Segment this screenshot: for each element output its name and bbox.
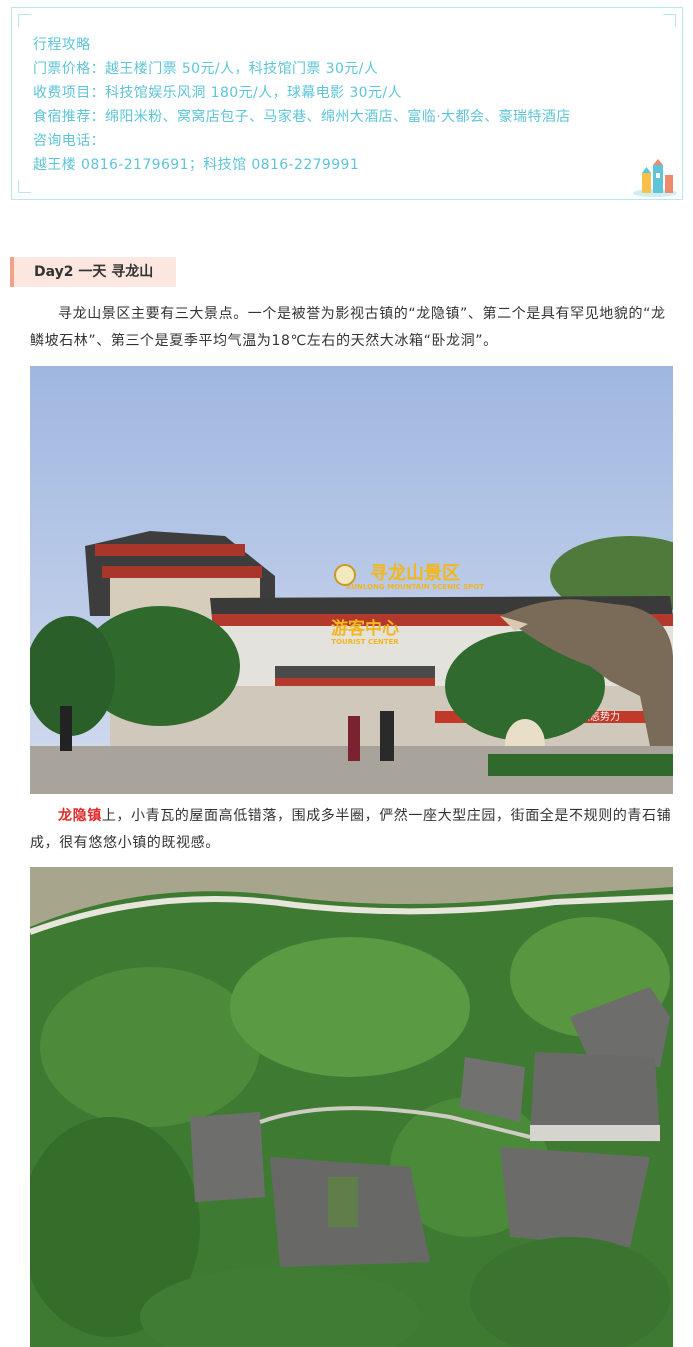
charge-items: 收费项目：科技馆娱乐风洞 180元/人，球幕电影 30元/人 (33, 85, 402, 101)
day2-header-label: Day2 一天 寻龙山 (34, 264, 154, 280)
travel-guide-box: 行程攻略 门票价格：越王楼门票 50元/人，科技馆门票 30元/人 收费项目：科… (11, 7, 683, 200)
intro-paragraph: 寻龙山景区主要有三大景点。一个是被誉为影视古镇的“龙隐镇”、第二个是具有罕见地貌… (30, 306, 666, 349)
town-paragraph: 龙隐镇上，小青瓦的屋面高低错落，围成多半圈，俨然一座大型庄园，街面全是不规则的青… (30, 803, 675, 857)
phone-numbers: 越王楼 0816-2179691；科技馆 0816-2279991 (33, 157, 360, 173)
visitor-center-photo: 打击黑恶势力 寻龙山景区 XUNLONG MOUNTAIN SCENIC SPO… (30, 366, 673, 794)
tourist-center-sign: 游客中心 (331, 618, 399, 639)
phone-label: 咨询电话： (33, 133, 105, 149)
corner-decoration (18, 14, 31, 27)
scenic-sign-subtext: XUNLONG MOUNTAIN SCENIC SPOT (346, 583, 484, 591)
scenic-sign-text: 寻龙山景区 (370, 562, 460, 584)
castle-icon (633, 159, 677, 197)
corner-decoration (18, 180, 31, 193)
town-name-highlight: 龙隐镇 (58, 808, 102, 824)
tourist-center-subtext: TOURIST CENTER (331, 638, 399, 646)
aerial-village-photo (30, 867, 673, 1347)
town-description: 上，小青瓦的屋面高低错落，围成多半圈，俨然一座大型庄园，街面全是不规则的青石铺成… (30, 808, 672, 851)
corner-decoration (663, 14, 676, 27)
guide-title: 行程攻略 (33, 37, 91, 53)
food-lodging: 食宿推荐：绵阳米粉、窝窝店包子、马家巷、绵州大酒店、富临·大都会、豪瑞特酒店 (33, 109, 571, 125)
ticket-prices: 门票价格：越王楼门票 50元/人，科技馆门票 30元/人 (33, 61, 379, 77)
day2-section-header: Day2 一天 寻龙山 (10, 257, 176, 287)
